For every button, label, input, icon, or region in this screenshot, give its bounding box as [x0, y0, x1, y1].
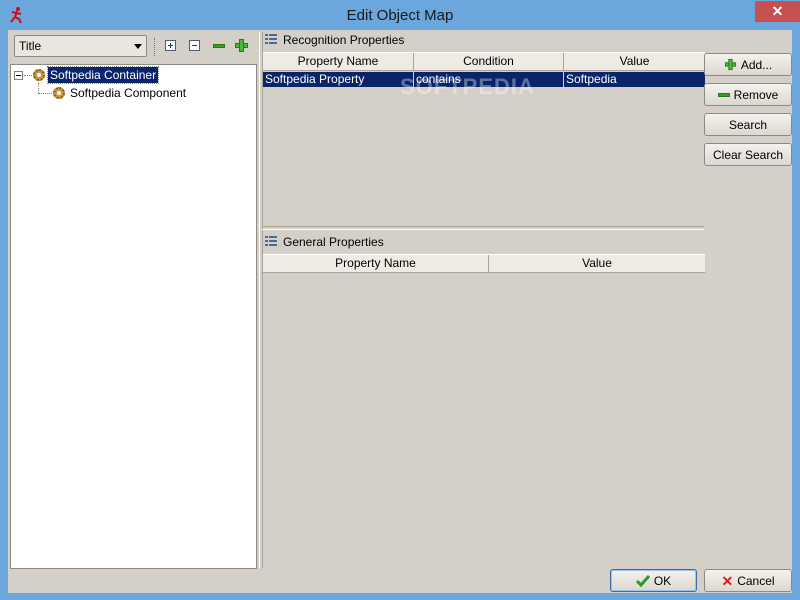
edit-object-map-window: Edit Object Map ✕ Title Softpedia Contai… [0, 0, 800, 600]
expand-all-icon [165, 40, 176, 51]
cell-value[interactable]: Softpedia [564, 72, 705, 87]
plus-icon [235, 39, 248, 52]
plus-icon [724, 58, 736, 71]
ok-button[interactable]: OK [610, 569, 697, 592]
tree-connector [38, 93, 52, 94]
general-section-header: General Properties [263, 232, 705, 252]
list-icon [265, 236, 277, 247]
add-property-label: Add... [740, 57, 773, 72]
minus-icon [717, 92, 730, 97]
filter-combobox-value: Title [19, 39, 42, 53]
column-header-value[interactable]: Value [489, 255, 705, 273]
close-icon: ✕ [771, 3, 784, 19]
cell-property-name[interactable]: Softpedia Property [263, 72, 414, 87]
clear-search-label: Clear Search [712, 147, 784, 162]
recognition-grid-header: Property Name Condition Value [263, 52, 705, 71]
title-bar[interactable]: Edit Object Map ✕ [0, 0, 800, 30]
general-section-title: General Properties [283, 235, 384, 249]
section-divider[interactable] [262, 226, 704, 230]
dialog-client-area: Title Softpedia Container Softpedia Comp… [8, 30, 792, 593]
cancel-label: Cancel [737, 573, 775, 588]
ok-label: OK [653, 573, 672, 588]
remove-property-button[interactable]: Remove [704, 83, 792, 106]
minus-icon [212, 43, 225, 48]
checkmark-icon [635, 574, 650, 587]
tree-connector [24, 75, 32, 76]
add-object-button[interactable] [234, 38, 249, 53]
recognition-section-title: Recognition Properties [283, 33, 405, 47]
add-property-button[interactable]: Add... [704, 53, 792, 76]
expand-all-button[interactable] [163, 38, 178, 53]
recognition-section-header: Recognition Properties [263, 30, 705, 50]
collapse-all-button[interactable] [187, 38, 202, 53]
close-button[interactable]: ✕ [755, 1, 800, 22]
tree-node-component[interactable]: Softpedia Component [68, 85, 188, 101]
general-properties-grid[interactable]: Property Name Value [263, 254, 705, 568]
chevron-down-icon [134, 44, 142, 49]
remove-property-label: Remove [733, 87, 779, 102]
window-title: Edit Object Map [346, 7, 454, 24]
filter-combobox[interactable]: Title [14, 35, 147, 57]
gear-icon [33, 69, 45, 81]
tree-connector [38, 83, 39, 93]
clear-search-button[interactable]: Clear Search [704, 143, 792, 166]
object-tree[interactable]: Softpedia Container Softpedia Component [10, 64, 257, 569]
column-header-property-name[interactable]: Property Name [263, 255, 489, 273]
general-grid-header: Property Name Value [263, 254, 705, 273]
remove-object-button[interactable] [211, 38, 226, 53]
list-icon [265, 34, 277, 45]
search-button[interactable]: Search [704, 113, 792, 136]
watermark: SOFTPEDIA [400, 74, 535, 99]
x-icon: ✕ [721, 572, 734, 589]
collapse-all-icon [189, 40, 200, 51]
toolbar-separator [154, 38, 156, 56]
column-header-property-name[interactable]: Property Name [263, 53, 414, 71]
tree-collapse-toggle[interactable] [14, 71, 23, 80]
tree-node-container[interactable]: Softpedia Container [46, 66, 160, 84]
gear-icon [53, 87, 65, 99]
search-label: Search [728, 117, 768, 132]
column-header-value[interactable]: Value [564, 53, 705, 71]
column-header-condition[interactable]: Condition [414, 53, 564, 71]
cancel-button[interactable]: ✕ Cancel [704, 569, 792, 592]
